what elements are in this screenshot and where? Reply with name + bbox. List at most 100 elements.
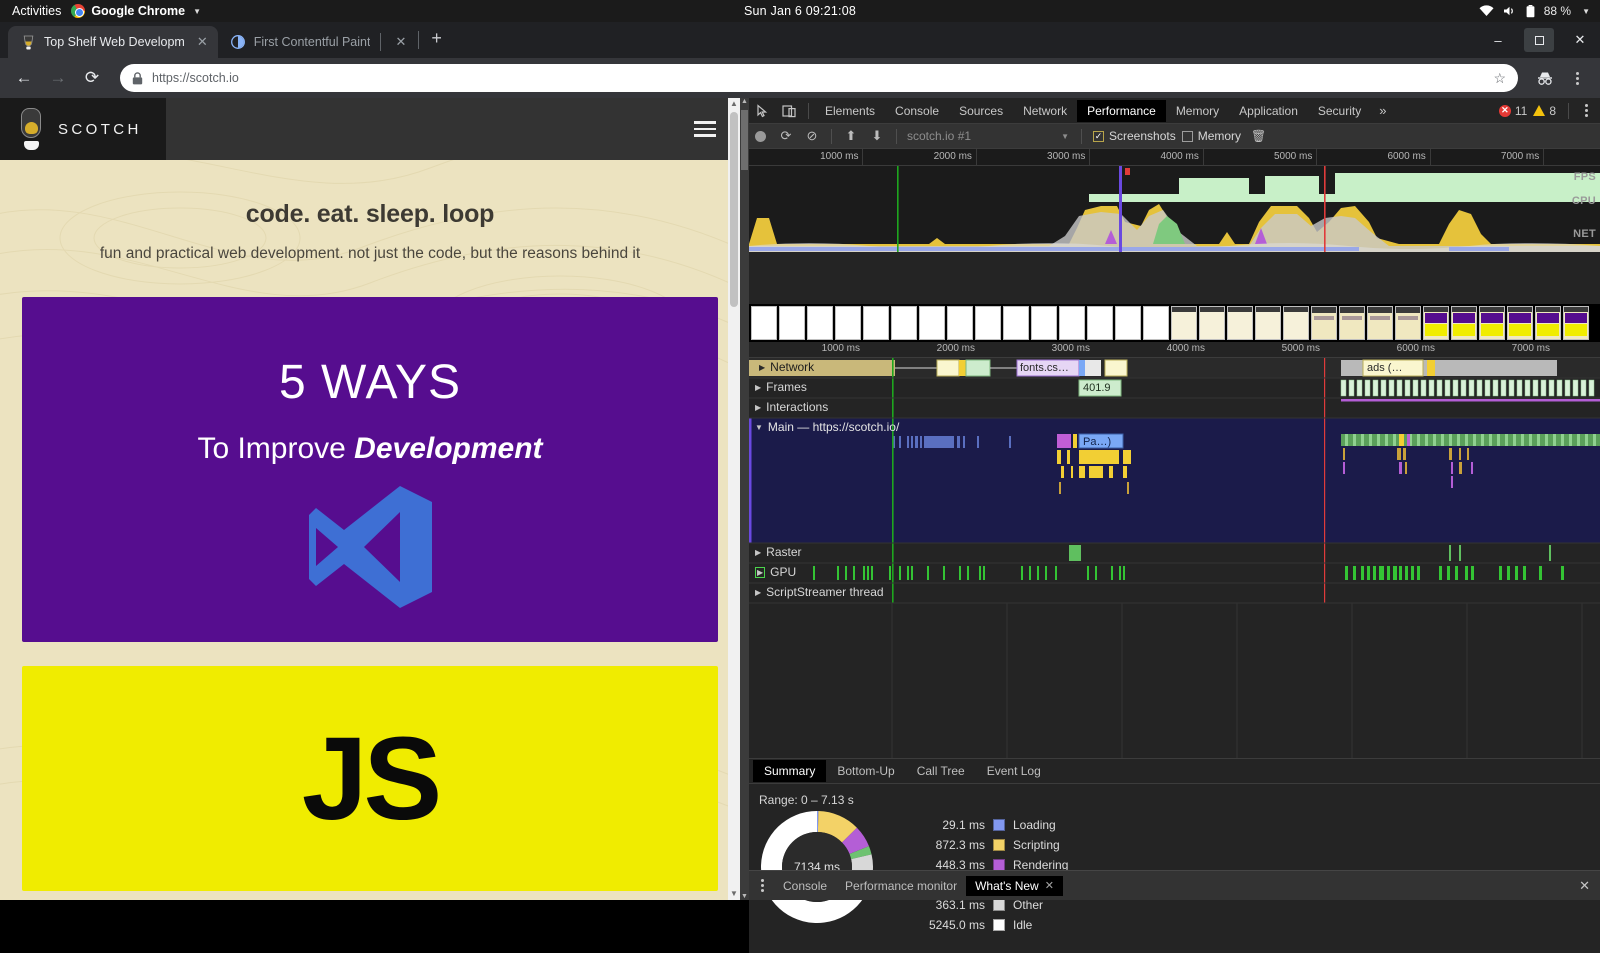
kebab-menu-icon[interactable] (1564, 65, 1590, 91)
tab-memory[interactable]: Memory (1166, 100, 1229, 122)
filmstrip-frame[interactable] (863, 306, 889, 340)
app-menu-chrome[interactable]: Google Chrome ▼ (71, 4, 201, 18)
filmstrip-frame[interactable] (1507, 306, 1533, 340)
filmstrip-frame[interactable] (751, 306, 777, 340)
save-profile-button[interactable]: ⬇ (865, 125, 889, 147)
filmstrip-frame[interactable] (1311, 306, 1337, 340)
track-row-raster[interactable]: ▶ Raster (755, 545, 802, 559)
clear-button[interactable]: ⊘ (800, 125, 824, 147)
close-icon[interactable]: ✕ (395, 34, 406, 50)
scroll-down-arrow-icon[interactable]: ▼ (740, 893, 749, 900)
memory-checkbox[interactable]: Memory (1181, 129, 1241, 143)
reload-and-record-button[interactable]: ⟳ (774, 125, 798, 147)
close-button[interactable]: ✕ (1560, 25, 1600, 55)
devtools-left-scrollbar[interactable]: ▲ ▼ (740, 98, 749, 900)
frame-duration-label[interactable]: 401.9 (1083, 382, 1111, 394)
filmstrip-frame[interactable] (1339, 306, 1365, 340)
tab-sources[interactable]: Sources (949, 100, 1013, 122)
filmstrip-frame[interactable] (891, 306, 917, 340)
legend-row[interactable]: 29.1 ms Loading (909, 815, 1068, 835)
system-clock[interactable]: Sun Jan 6 09:21:08 (744, 4, 856, 18)
filmstrip-frame[interactable] (1059, 306, 1085, 340)
filmstrip-frame[interactable] (1143, 306, 1169, 340)
tab-performance[interactable]: Performance (1077, 99, 1166, 122)
load-profile-button[interactable]: ⬆ (839, 125, 863, 147)
filmstrip-frame[interactable] (1423, 306, 1449, 340)
drawer-menu-icon[interactable] (757, 879, 774, 892)
forward-button[interactable]: → (44, 64, 72, 92)
page-scrollbar[interactable]: ▲ ▼ (728, 98, 740, 900)
filmstrip-frame[interactable] (1115, 306, 1141, 340)
error-count-badge[interactable]: ✕ 11 (1498, 104, 1527, 118)
filmstrip-frame[interactable] (1031, 306, 1057, 340)
legend-row[interactable]: 5245.0 ms Idle (909, 915, 1068, 935)
scroll-up-arrow-icon[interactable]: ▲ (728, 98, 740, 110)
hamburger-menu-icon[interactable] (694, 121, 716, 137)
tab-bottom-up[interactable]: Bottom-Up (826, 760, 905, 782)
filmstrip[interactable] (749, 304, 1600, 342)
article-card-vs[interactable]: 5 WAYS To Improve Development (22, 297, 718, 642)
record-button[interactable] (748, 125, 772, 147)
delete-button[interactable]: 🗑 (1251, 129, 1266, 143)
tab-scotch[interactable]: Top Shelf Web Developm ✕ (8, 26, 218, 58)
filmstrip-frame[interactable] (1451, 306, 1477, 340)
filmstrip-frame[interactable] (1367, 306, 1393, 340)
tab-event-log[interactable]: Event Log (976, 760, 1052, 782)
track-row-frames[interactable]: ▶ Frames (755, 380, 807, 394)
minimize-button[interactable]: – (1478, 25, 1518, 55)
warning-count-badge[interactable]: 8 (1533, 104, 1556, 118)
close-icon[interactable]: ✕ (1045, 879, 1054, 892)
tab-summary[interactable]: Summary (753, 760, 827, 782)
tab-network[interactable]: Network (1013, 100, 1077, 122)
drawer-tab-console[interactable]: Console (774, 876, 836, 896)
track-row-main[interactable]: ▼ Main — https://scotch.io/ (755, 420, 899, 434)
filmstrip-frame[interactable] (1087, 306, 1113, 340)
tab-fcp[interactable]: First Contentful Paint ✕ (218, 26, 417, 58)
track-row-network[interactable]: ▶ Network (755, 360, 819, 374)
timeline-overview[interactable]: 1000 ms 2000 ms 3000 ms 4000 ms 5000 ms 6000 … (749, 149, 1600, 252)
filmstrip-frame[interactable] (1199, 306, 1225, 340)
legend-row[interactable]: 872.3 ms Scripting (909, 835, 1068, 855)
scrollbar-thumb[interactable] (730, 112, 738, 307)
close-icon[interactable]: ✕ (197, 34, 208, 50)
filmstrip-frame[interactable] (1227, 306, 1253, 340)
track-row-interactions[interactable]: ▶ Interactions (755, 400, 828, 414)
network-event-fonts-label[interactable]: fonts.cs… (1020, 362, 1069, 374)
screenshots-checkbox[interactable]: ✓ Screenshots (1093, 129, 1176, 143)
summary-donut-chart[interactable]: 7134 ms (761, 811, 873, 923)
inspect-element-icon[interactable] (750, 100, 776, 122)
reload-button[interactable]: ⟳ (78, 64, 106, 92)
filmstrip-frame[interactable] (1255, 306, 1281, 340)
chevron-down-icon[interactable]: ▼ (1582, 7, 1590, 16)
maximize-button[interactable] (1524, 28, 1554, 52)
track-row-scriptstreamer[interactable]: ▶ ScriptStreamer thread (755, 585, 884, 599)
tab-console[interactable]: Console (885, 100, 949, 122)
article-card-js[interactable]: JS (22, 666, 718, 891)
drawer-tab-whats-new[interactable]: What's New ✕ (966, 875, 1063, 896)
main-task-label[interactable]: Pa…) (1083, 436, 1111, 448)
filmstrip-frame[interactable] (1171, 306, 1197, 340)
filmstrip-frame[interactable] (1395, 306, 1421, 340)
filmstrip-frame[interactable] (1535, 306, 1561, 340)
filmstrip-frame[interactable] (947, 306, 973, 340)
filmstrip-frame[interactable] (835, 306, 861, 340)
tab-security[interactable]: Security (1308, 100, 1371, 122)
device-toolbar-icon[interactable] (776, 100, 802, 122)
filmstrip-frame[interactable] (1003, 306, 1029, 340)
site-brand[interactable]: SCOTCH (0, 98, 166, 160)
filmstrip-frame[interactable] (919, 306, 945, 340)
filmstrip-frame[interactable] (1283, 306, 1309, 340)
scroll-down-arrow-icon[interactable]: ▼ (728, 888, 740, 900)
filmstrip-frame[interactable] (1563, 306, 1589, 340)
activities-button[interactable]: Activities (0, 4, 71, 18)
more-tabs-icon[interactable]: » (1371, 103, 1394, 118)
address-bar[interactable]: https://scotch.io ☆ (120, 64, 1518, 92)
filmstrip-frame[interactable] (975, 306, 1001, 340)
filmstrip-frame[interactable] (807, 306, 833, 340)
drawer-close-button[interactable]: ✕ (1579, 878, 1600, 894)
new-tab-button[interactable]: + (421, 28, 452, 53)
flame-chart-tracks[interactable]: ▶ Network ▶ Frames ▶ Interactions ▼ Main… (749, 358, 1600, 758)
filmstrip-frame[interactable] (779, 306, 805, 340)
drawer-tab-performance-monitor[interactable]: Performance monitor (836, 876, 966, 896)
incognito-icon[interactable] (1532, 65, 1558, 91)
